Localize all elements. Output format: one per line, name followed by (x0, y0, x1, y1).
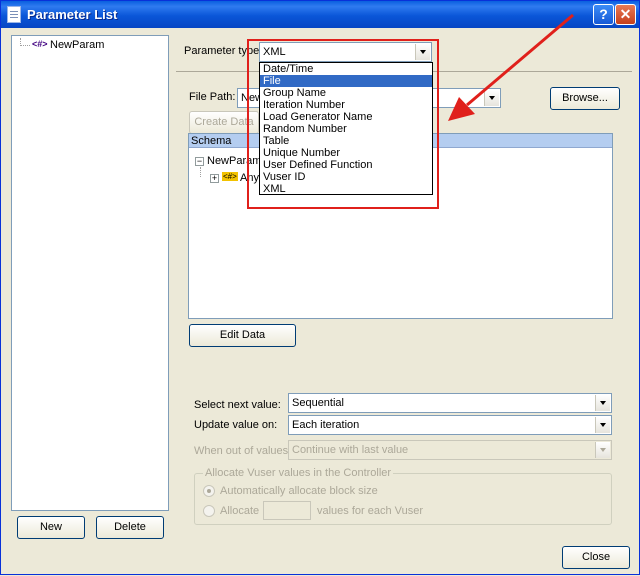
allocate-suffix-label: values for each Vuser (317, 505, 423, 517)
new-button[interactable]: New (17, 516, 85, 539)
file-path-label: File Path: (189, 91, 236, 103)
help-button[interactable]: ? (593, 4, 614, 25)
auto-allocate-radio[interactable] (203, 485, 215, 497)
red-highlight-box (247, 39, 439, 209)
out-of-values-label: When out of values: (194, 445, 292, 457)
title-bar[interactable]: Parameter List ? ✕ (1, 1, 639, 28)
chevron-down-icon[interactable] (484, 90, 499, 106)
browse-button[interactable]: Browse... (550, 87, 620, 110)
allocate-group-legend: Allocate Vuser values in the Controller (203, 467, 394, 479)
close-window-button[interactable]: ✕ (615, 4, 636, 25)
tree-connector (20, 45, 30, 46)
expand-icon[interactable]: + (210, 174, 219, 183)
tree-connector (200, 167, 201, 177)
collapse-icon[interactable]: − (195, 157, 204, 166)
allocate-count-input[interactable] (263, 501, 311, 520)
parameter-list-window: Parameter List ? ✕ <#> NewParam New Dele… (0, 0, 640, 575)
allocate-label: Allocate (220, 505, 260, 517)
parameter-tree[interactable]: <#> NewParam (11, 35, 169, 511)
out-of-values-select[interactable]: Continue with last value (288, 440, 612, 460)
auto-allocate-label: Automatically allocate block size (220, 485, 378, 497)
select-next-value-value: Sequential (292, 397, 344, 409)
allocate-radio[interactable] (203, 505, 215, 517)
close-button[interactable]: Close (562, 546, 630, 569)
select-next-value-label: Select next value: (194, 399, 281, 411)
allocate-group: Allocate Vuser values in the Controller … (194, 467, 612, 525)
update-value-value: Each iteration (292, 419, 360, 431)
delete-button[interactable]: Delete (96, 516, 164, 539)
chevron-down-icon[interactable] (595, 442, 610, 458)
select-next-value-select[interactable]: Sequential (288, 393, 612, 413)
update-value-select[interactable]: Each iteration (288, 415, 612, 435)
update-value-label: Update value on: (194, 419, 278, 431)
tree-item-newparam[interactable]: NewParam (50, 39, 104, 51)
schema-header-label: Schema (191, 135, 232, 147)
window-icon (7, 6, 21, 23)
chevron-down-icon[interactable] (595, 417, 610, 433)
xml-element-icon: <#> (222, 172, 238, 181)
chevron-down-icon[interactable] (595, 395, 610, 411)
tree-item-prefix-icon: <#> (32, 39, 48, 49)
edit-data-button[interactable]: Edit Data (189, 324, 296, 347)
window-title: Parameter List (27, 7, 118, 22)
out-of-values-value: Continue with last value (292, 444, 409, 456)
